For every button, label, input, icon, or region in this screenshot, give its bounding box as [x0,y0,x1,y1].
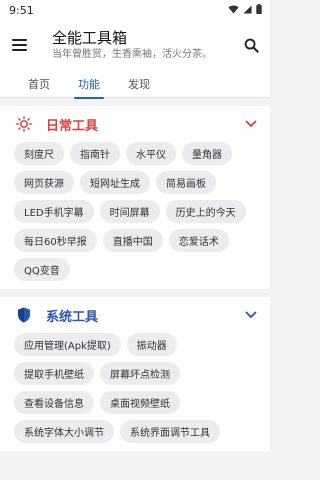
chip-daily-news[interactable]: 每日60秒早报 [14,229,97,252]
chip-qq-voice[interactable]: QQ变音 [14,258,70,281]
chip-device-info[interactable]: 查看设备信息 [14,391,94,414]
chip-extract-wallpaper[interactable]: 提取手机壁纸 [14,362,94,385]
app-titles: 全能工具箱 当年曾胜赏，生香熏袖，活火分茶。 [52,29,240,61]
chip-app-manager[interactable]: 应用管理(Apk提取) [14,333,121,356]
cell-signal-icon [243,4,252,17]
chip-font-size[interactable]: 系统字体大小调节 [14,420,114,443]
app-subtitle: 当年曾胜赏，生香熏袖，活火分茶。 [52,49,212,60]
app-title: 全能工具箱 [52,29,128,47]
sun-icon [14,114,34,134]
chevron-down-icon[interactable] [244,308,258,322]
tab-bar: 首页 功能 发现 [0,70,270,99]
tab-home[interactable]: 首页 [14,70,64,98]
chip-led-subtitle[interactable]: LED手机字幕 [14,200,94,223]
chip-vibrator[interactable]: 振动器 [126,333,177,356]
app-bar: 全能工具箱 当年曾胜赏，生香熏袖，活火分茶。 [0,20,270,70]
chip-compass[interactable]: 指南针 [70,142,120,165]
menu-icon[interactable] [12,35,32,55]
chip-live-china[interactable]: 直播中国 [102,229,163,252]
status-icons [228,3,262,17]
chip-video-wallpaper[interactable]: 桌面视频壁纸 [100,391,180,414]
section-system-tools: 系统工具 应用管理(Apk提取) 振动器 提取手机壁纸 屏幕坏点检测 查看设备信… [0,297,270,451]
chip-level[interactable]: 水平仪 [126,142,176,165]
section-header-system-tools[interactable]: 系统工具 [12,297,258,333]
wifi-icon [228,4,239,17]
section-title-system-tools: 系统工具 [46,309,99,325]
chip-time-screen[interactable]: 时间屏幕 [99,200,160,223]
battery-icon [256,3,262,17]
shield-icon [14,305,34,325]
chip-dead-pixel-test[interactable]: 屏幕坏点检测 [100,362,180,385]
chip-list-system-tools: 应用管理(Apk提取) 振动器 提取手机壁纸 屏幕坏点检测 查看设备信息 桌面视… [12,333,258,443]
chevron-down-icon[interactable] [244,117,258,131]
section-daily-tools: 日常工具 刻度尺 指南针 水平仪 量角器 网页获源 短网址生成 简易画板 LED… [0,106,270,289]
search-icon[interactable] [240,34,262,56]
chip-list-daily-tools: 刻度尺 指南针 水平仪 量角器 网页获源 短网址生成 简易画板 LED手机字幕 … [12,142,258,281]
chip-today-in-history[interactable]: 历史上的今天 [165,200,246,223]
chip-love-talk[interactable]: 恋爱话术 [168,229,229,252]
section-title-daily-tools: 日常工具 [46,118,99,134]
chip-protractor[interactable]: 量角器 [182,142,232,165]
status-time: 9:51 [9,3,34,17]
tab-discover[interactable]: 发现 [114,70,164,98]
tab-functions[interactable]: 功能 [64,70,114,99]
chip-ui-tuner[interactable]: 系统界面调节工具 [120,420,220,443]
chip-ruler[interactable]: 刻度尺 [14,142,64,165]
chip-web-source[interactable]: 网页获源 [14,171,74,194]
chip-drawing-board[interactable]: 简易画板 [156,171,216,194]
chip-short-url[interactable]: 短网址生成 [80,171,150,194]
status-bar: 9:51 [0,0,270,20]
section-header-daily-tools[interactable]: 日常工具 [12,106,258,142]
